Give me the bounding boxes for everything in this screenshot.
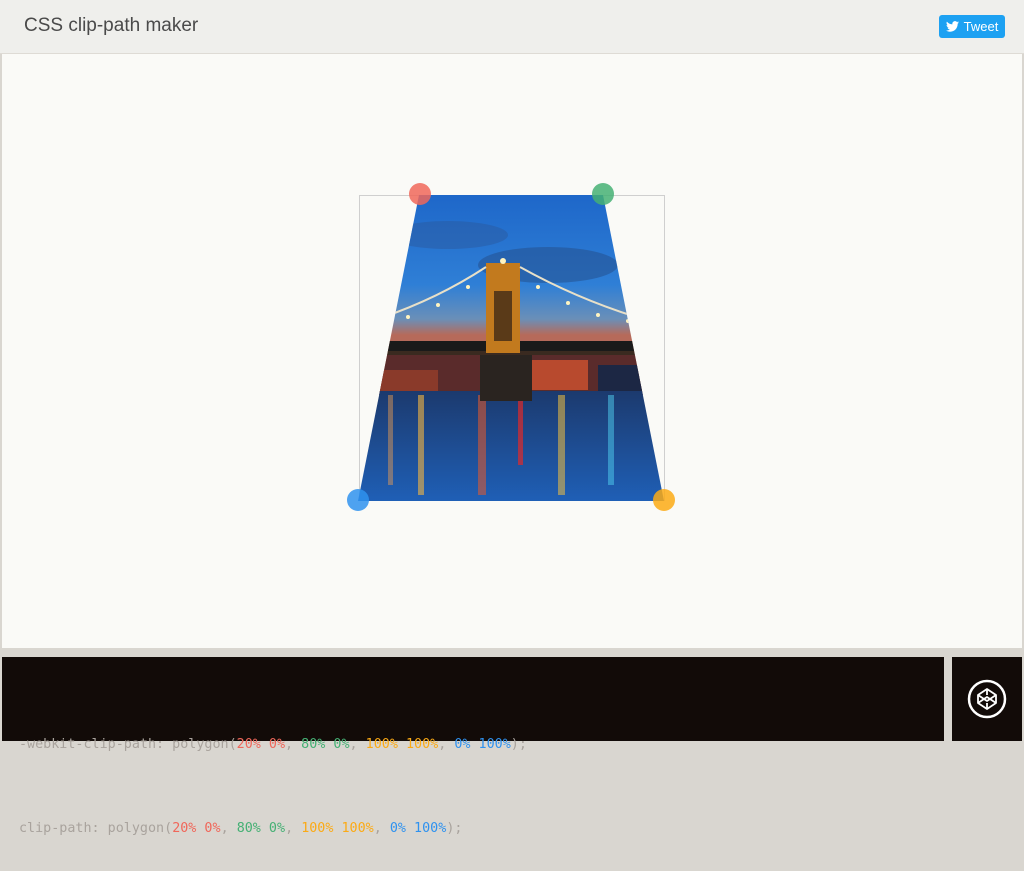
codepen-button[interactable] [952, 657, 1022, 741]
tweet-button[interactable]: Tweet [939, 15, 1005, 38]
clipped-bridge-photo[interactable] [358, 195, 664, 501]
code-suffix: ); [446, 821, 463, 836]
point-2-handle[interactable] [592, 183, 614, 205]
code-point-3: 100% 100% [365, 737, 439, 752]
code-point-2: 80% 0% [236, 821, 286, 836]
code-separator: , [285, 737, 302, 752]
code-point-2: 80% 0% [301, 737, 350, 752]
code-prefix: clip-path: polygon( [19, 821, 173, 836]
code-separator: , [285, 821, 302, 836]
code-separator: , [373, 821, 390, 836]
css-output-panel[interactable]: -webkit-clip-path: polygon(20% 0%, 80% 0… [2, 657, 944, 836]
page-title: CSS clip-path maker [24, 15, 199, 36]
point-1-handle[interactable] [409, 183, 431, 205]
code-point-4: 0% 100% [454, 737, 511, 752]
code-prefix: -webkit-clip-path: polygon( [19, 737, 237, 752]
app-header: CSS clip-path maker Tweet [0, 0, 1024, 54]
code-point-1: 20% 0% [236, 737, 286, 752]
code-point-1: 20% 0% [172, 821, 221, 836]
twitter-bird-icon [945, 21, 959, 32]
code-point-4: 0% 100% [389, 821, 447, 836]
code-separator: , [349, 737, 366, 752]
code-separator: , [438, 737, 455, 752]
codepen-icon [967, 679, 1007, 719]
code-suffix: ); [510, 737, 527, 752]
point-4-handle[interactable] [347, 489, 369, 511]
point-3-handle[interactable] [653, 489, 675, 511]
webkit-clip-path-line: -webkit-clip-path: polygon(20% 0%, 80% 0… [19, 731, 944, 759]
code-separator: , [220, 821, 237, 836]
clip-path-line: clip-path: polygon(20% 0%, 80% 0%, 100% … [19, 815, 944, 843]
tweet-label: Tweet [963, 19, 999, 34]
code-point-3: 100% 100% [301, 821, 374, 836]
